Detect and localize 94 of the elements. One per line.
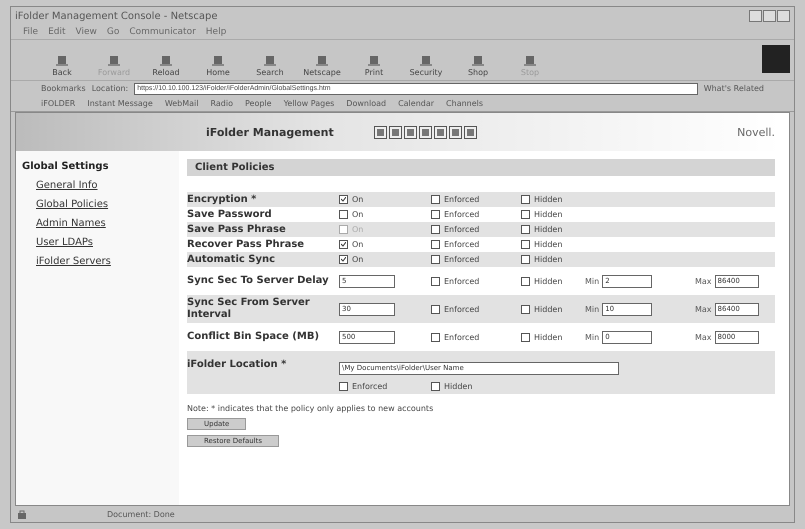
policy-label: Encryption * [187,194,258,206]
toolbar-glyph-icon [367,54,381,68]
bookmark-link[interactable]: Channels [446,99,484,108]
bookmark-link[interactable]: Radio [210,99,233,108]
bookmark-link[interactable]: iFOLDER [41,99,76,108]
lock-icon [17,509,27,519]
toolbar-button[interactable]: Home [197,54,239,80]
checkbox[interactable]: Enforced [339,382,431,391]
checkbox[interactable]: On [339,195,431,204]
status-text: Document: Done [107,510,175,518]
checkbox[interactable]: Enforced [431,304,521,314]
checkbox[interactable]: Enforced [431,332,521,342]
checkbox[interactable]: Hidden [521,276,585,286]
checkbox[interactable]: Hidden [521,304,585,314]
checkbox[interactable]: Hidden [521,210,585,219]
bookmarks-button[interactable]: Bookmarks [41,84,86,93]
policy-label: iFolder Location * [187,359,288,371]
policy-label: Sync Sec From Server Interval [187,297,311,321]
checkbox[interactable]: Hidden [521,195,585,204]
toolbar-glyph-icon [211,54,225,68]
policy-label: Save Password [187,208,273,220]
page-title: iFolder Management [206,126,334,138]
min-label: Min [585,276,600,286]
toolbar-glyph-icon [263,54,277,68]
toolbar-glyph-icon [471,54,485,68]
toolbar-button[interactable]: Netscape [301,54,343,80]
sidebar-link[interactable]: iFolder Servers [36,256,173,267]
nav-icon[interactable] [404,126,417,138]
browser-logo-icon [762,45,790,73]
toolbar-glyph-icon [315,54,329,68]
sidebar-link[interactable]: General Info [36,180,173,191]
minimize-button[interactable] [749,10,762,22]
policy-label: Automatic Sync [187,254,276,266]
policy-label: Conflict Bin Space (MB) [187,331,320,343]
max-label: Max [695,276,712,286]
checkbox[interactable]: On [339,240,431,249]
checkbox[interactable]: Enforced [431,195,521,204]
sidebar-title: Global Settings [22,161,110,172]
sidebar-link[interactable]: User LDAPs [36,237,173,248]
bookmark-link[interactable]: WebMail [164,99,199,108]
bookmark-link[interactable]: Instant Message [87,99,153,108]
policy-label: Recover Pass Phrase [187,238,306,250]
toolbar-glyph-icon [107,54,121,68]
toolbar-glyph-icon [523,54,537,68]
min-label: Min [585,332,600,342]
checkbox[interactable]: Enforced [431,210,521,219]
max-label: Max [695,304,712,314]
nav-icon[interactable] [434,126,447,138]
policy-label: Sync Sec To Server Delay [187,275,330,287]
sidebar-link[interactable]: Global Policies [36,199,173,210]
checkbox[interactable]: Hidden [521,255,585,264]
checkbox[interactable]: On [339,210,431,219]
toolbar-button[interactable]: Print [353,54,395,80]
check-icon [341,197,346,202]
related-button[interactable]: What's Related [704,84,764,93]
checkbox[interactable]: Hidden [521,332,585,342]
window-title: iFolder Management Console - Netscape [15,10,218,22]
checkbox[interactable]: Hidden [431,382,521,391]
maximize-button[interactable] [763,10,776,22]
bookmark-link[interactable]: Download [346,99,386,108]
policy-label: Save Pass Phrase [187,224,287,236]
checkbox[interactable]: Enforced [431,225,521,234]
bookmark-link[interactable]: Yellow Pages [284,99,334,108]
section-header: Client Policies [187,159,775,176]
check-icon [341,257,346,262]
sidebar-link[interactable]: Admin Names [36,218,173,229]
toolbar-button[interactable]: Search [249,54,291,80]
brand-logo: Novell. [737,126,775,138]
nav-icon[interactable] [388,126,402,138]
checkbox[interactable]: Enforced [431,240,521,249]
nav-icon[interactable] [448,126,462,138]
close-button[interactable] [777,10,790,22]
checkbox[interactable]: On [339,255,431,264]
nav-icon[interactable] [464,126,477,138]
nav-icon[interactable] [374,126,387,138]
bookmark-link[interactable]: Calendar [398,99,434,108]
min-label: Min [585,304,600,314]
bookmark-link[interactable]: People [245,99,272,108]
toolbar-glyph-icon [159,54,173,68]
toolbar-glyph-icon [55,54,69,68]
note-text: Note: * indicates that the policy only applies to new accounts [187,404,434,413]
toolbar-button[interactable]: Reload [145,54,187,80]
checkbox[interactable]: Enforced [431,255,521,264]
nav-icon[interactable] [418,126,432,138]
checkbox[interactable]: Hidden [521,240,585,249]
toolbar-button[interactable]: Shop [457,54,499,80]
toolbar-glyph-icon [419,54,433,68]
location-label: Location: [92,84,128,93]
toolbar-button[interactable]: Security [405,54,447,80]
checkbox[interactable]: Hidden [521,225,585,234]
checkbox[interactable]: Enforced [431,276,521,286]
toolbar-button[interactable]: Back [41,54,83,80]
max-label: Max [695,332,712,342]
check-icon [341,242,346,247]
